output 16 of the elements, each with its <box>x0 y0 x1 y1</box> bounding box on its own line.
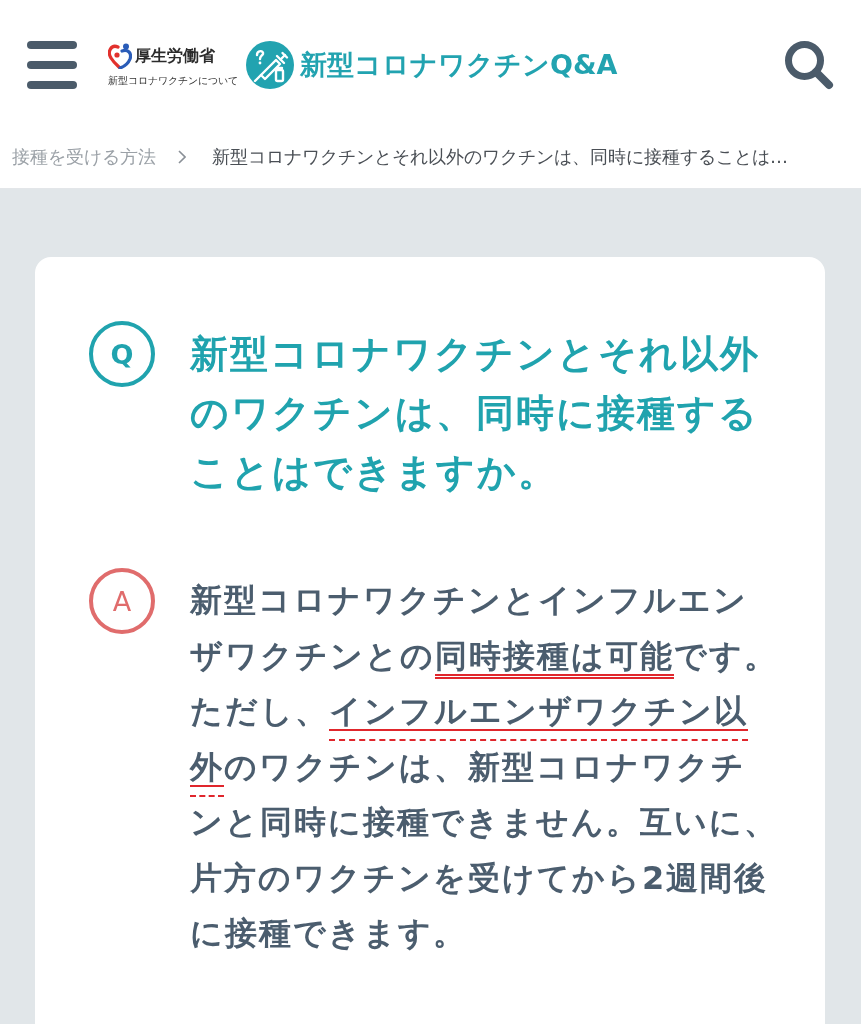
breadcrumb-link[interactable]: 接種を受ける方法 <box>12 145 156 169</box>
syringe-icon <box>246 41 294 89</box>
question-title: 新型コロナワクチンとそれ以外のワクチンは、同時に接種することはできますか。 <box>190 331 761 496</box>
current-page-title: 新型コロナワクチンとそれ以外のワクチンは、同時に接種することは… <box>212 145 788 169</box>
answer-text: 新型コロナワクチンとインフルエンザワクチンとの同時接種は可能です。ただし、インフルエンザワクチン以外のワクチンは、新型コロナワクチンと同時に接種できません。互いに、片方のワクチンを受けてから2週間後に接種できます。 <box>190 580 779 954</box>
heart-figures-icon <box>108 43 132 69</box>
question-marker: Q <box>89 321 155 387</box>
chevron-right-icon <box>178 150 186 164</box>
site-logo[interactable]: 新型コロナワクチンQ&A <box>246 41 618 89</box>
ministry-logo[interactable]: 厚生労働省 新型コロナワクチンについて <box>108 43 238 87</box>
search-icon[interactable] <box>784 40 834 90</box>
ministry-name: 厚生労働省 <box>135 46 215 66</box>
menu-icon[interactable] <box>27 40 77 90</box>
site-title: 新型コロナワクチンQ&A <box>300 48 618 82</box>
ministry-subtitle: 新型コロナワクチンについて <box>108 75 238 87</box>
answer-marker: A <box>89 568 155 634</box>
